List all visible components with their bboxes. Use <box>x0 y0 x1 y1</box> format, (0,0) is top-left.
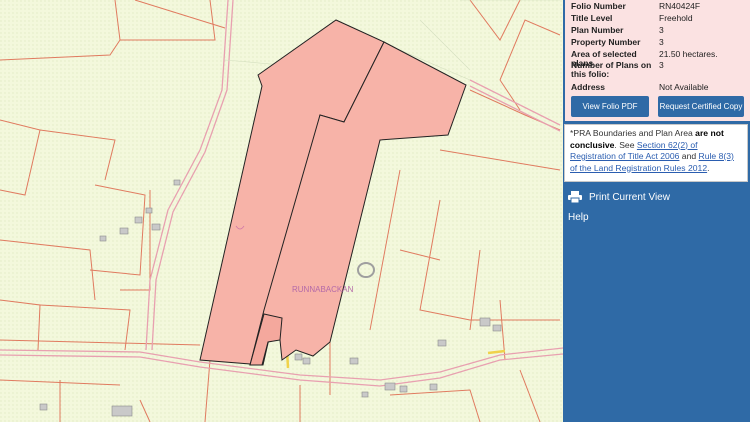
folio-value: Not Available <box>659 82 709 92</box>
help-link[interactable]: Help <box>568 212 589 223</box>
folio-details: Folio Number RN40424F Title Level Freeho… <box>565 0 750 121</box>
folio-value: 3 <box>659 25 664 35</box>
folio-value: RN40424F <box>659 1 701 11</box>
print-label: Print Current View <box>589 191 670 203</box>
request-certified-copy-button[interactable]: Request Certified Copy <box>658 96 744 117</box>
map-view[interactable]: RUNNABACKAN <box>0 0 563 422</box>
folio-value: Freehold <box>659 13 693 23</box>
disclaimer-note: *PRA Boundaries and Plan Area are not co… <box>564 124 748 182</box>
folio-label: Folio Number <box>571 1 626 11</box>
folio-label: Title Level <box>571 13 613 23</box>
folio-label: Number of Plans on this folio: <box>571 60 652 79</box>
note-and: and <box>679 151 699 161</box>
folio-label: Address <box>571 82 606 92</box>
note-see: . See <box>614 139 637 150</box>
folio-label: Plan Number <box>571 25 624 35</box>
folio-value: 21.50 hectares. <box>659 49 718 59</box>
print-current-view-link[interactable]: Print Current View <box>568 191 670 203</box>
view-folio-pdf-button[interactable]: View Folio PDF <box>571 96 649 117</box>
note-end: . <box>707 162 710 173</box>
folio-label: Property Number <box>571 37 641 47</box>
note-prefix: *PRA Boundaries and Plan Area <box>570 128 696 138</box>
folio-value: 3 <box>659 37 664 47</box>
folio-value: 3 <box>659 60 664 70</box>
printer-icon <box>568 191 582 203</box>
townland-label: RUNNABACKAN <box>292 285 354 294</box>
